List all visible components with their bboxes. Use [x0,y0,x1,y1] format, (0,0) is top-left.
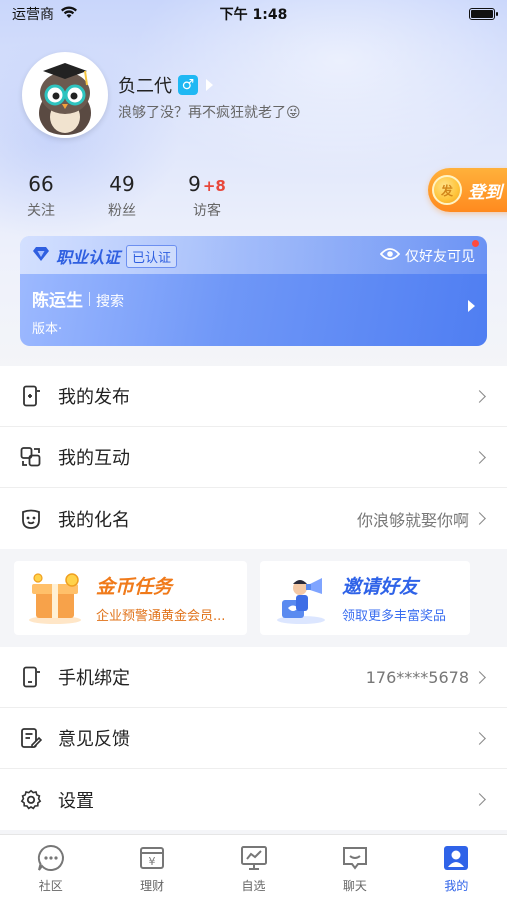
stat-followers[interactable]: 49 粉丝 [92,172,152,220]
feedback-icon [20,727,42,749]
menu-item-my-alias[interactable]: 我的化名 你浪够就娶你啊 [0,488,507,549]
chevron-right-icon [473,450,486,464]
promo-banners: 金币任务 企业预警通黄金会员... 邀请好友 领取更多丰富奖品 [0,551,507,645]
menu-item-feedback[interactable]: 意见反馈 [0,708,507,769]
stat-value: 66 [28,172,54,196]
megaphone-person-icon [270,570,332,626]
menu-item-settings[interactable]: 设置 [0,769,507,830]
tab-chat[interactable]: 聊天 [304,835,405,900]
chevron-right-icon [473,512,486,525]
stat-label: 关注 [27,203,55,219]
menu-item-phone-binding[interactable]: 手机绑定 176****5678 [0,647,507,708]
promo-title: 邀请好友 [342,576,419,598]
coin-icon: 发 [432,175,462,205]
chevron-right-icon [473,670,486,684]
publish-icon [20,385,42,407]
chevron-right-icon [473,793,486,806]
menu-group-primary: 我的发布 我的互动 我的化名 你浪够就娶你啊 [0,366,507,549]
chevron-right-icon [473,389,486,403]
status-bar: 运营商 下午 1:48 [0,0,507,28]
stat-label: 访客 [193,203,221,219]
menu-group-secondary: 手机绑定 176****5678 意见反馈 设置 [0,647,507,830]
profile-bio: 浪够了没？再不疯狂就老了😜 [118,105,301,121]
menu-label: 我的化名 [58,509,130,531]
promo-subtitle: 领取更多丰富奖品 [342,609,447,624]
chevron-right-icon [473,731,486,745]
stat-label: 粉丝 [108,203,136,219]
cert-role: 搜索 [96,294,124,310]
carrier-label: 运营商 [12,7,54,23]
tab-label: 理财 [140,879,165,893]
bottom-tab-bar: 社区 ¥ 理财 自选 聊天 我的 [0,834,507,900]
menu-label: 手机绑定 [58,668,130,689]
tab-community[interactable]: 社区 [0,835,101,900]
promo-title: 金币任务 [96,576,173,598]
interaction-icon [20,446,42,468]
tab-label: 聊天 [342,879,367,893]
menu-label: 我的互动 [58,448,130,469]
promo-coin-tasks[interactable]: 金币任务 企业预警通黄金会员... [14,561,247,635]
username-row[interactable]: 负二代 ♂ [118,72,213,98]
tab-label: 我的 [444,879,469,893]
male-gender-icon: ♂ [178,75,198,95]
mask-icon [20,508,42,530]
finance-icon: ¥ [137,843,167,873]
menu-label: 设置 [58,790,94,812]
wifi-icon [60,5,78,23]
certification-card[interactable]: 职业认证 已认证 仅好友可见 陈运生 搜索 版本· [20,236,487,346]
cert-title: 职业认证 [56,248,121,267]
community-icon [36,843,66,873]
tab-finance[interactable]: ¥ 理财 [101,835,202,900]
avatar[interactable] [22,52,108,138]
promo-invite-friends[interactable]: 邀请好友 领取更多丰富奖品 [260,561,470,635]
watchlist-icon [239,843,269,873]
chat-icon [340,843,370,873]
profile-icon [441,843,471,873]
promo-subtitle: 企业预警通黄金会员... [96,609,226,624]
menu-label: 意见反馈 [58,729,130,750]
gift-box-icon [24,570,86,626]
stat-following[interactable]: 66 关注 [11,172,71,220]
phone-icon [20,666,42,688]
username: 负二代 [118,76,172,97]
stat-value: 49 [109,172,135,196]
owl-avatar-icon [25,55,105,135]
menu-label: 我的发布 [58,387,130,408]
diamond-icon [32,246,50,266]
chevron-right-icon [468,300,475,312]
visitor-new-count: +8 [202,177,226,195]
eye-icon [379,247,401,265]
tab-profile[interactable]: 我的 [406,835,507,900]
cert-version: 版本· [32,322,63,337]
cert-name: 陈运生 [32,291,83,311]
visibility-label: 仅好友可见 [405,249,475,265]
notification-dot [472,240,479,247]
tab-label: 自选 [241,879,266,893]
menu-value: 你浪够就娶你啊 [356,510,469,530]
chevron-right-icon [206,79,213,91]
tab-label: 社区 [38,879,63,893]
cert-status-badge: 已认证 [126,244,178,268]
svg-text:¥: ¥ [149,855,156,868]
signin-label: 登到 [468,182,502,203]
settings-icon [20,789,42,811]
tab-watchlist[interactable]: 自选 [203,835,304,900]
menu-item-my-interactions[interactable]: 我的互动 [0,427,507,488]
menu-value: 176****5678 [365,667,469,687]
signin-button[interactable]: 发 登到 [428,168,507,212]
battery-icon [469,8,498,20]
divider [89,292,90,306]
menu-item-my-posts[interactable]: 我的发布 [0,366,507,427]
visibility-toggle[interactable]: 仅好友可见 [379,246,475,266]
stat-value: 9 [188,172,201,196]
stat-visitors[interactable]: 9 +8 访客 [174,172,240,220]
